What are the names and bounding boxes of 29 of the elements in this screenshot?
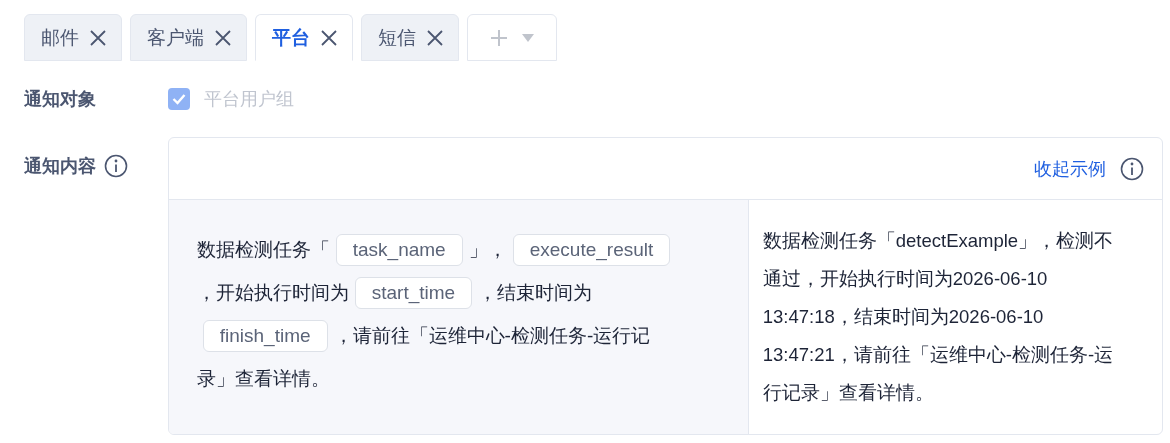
tab[interactable]: 短信 bbox=[361, 14, 459, 61]
close-icon[interactable] bbox=[320, 28, 338, 47]
template-editor[interactable]: 数据检测任务「 task_name 」， execute_result ，开始执行时间为 start_time ，结束时间为 finish_time ，请前往「运维中心-检测任务-运行记 录」查看详情。 bbox=[168, 200, 749, 434]
close-icon[interactable] bbox=[89, 28, 107, 47]
tab[interactable]: 客户端 bbox=[130, 14, 247, 61]
close-icon[interactable] bbox=[214, 28, 232, 47]
template-text: ，结束时间为 bbox=[478, 282, 593, 303]
variable-tag: finish_time bbox=[202, 320, 328, 352]
template-text: 」， bbox=[468, 239, 507, 260]
preview-text: 数据检测任务「detectExample」，检测不通过，开始执行时间为2026-06-10 13:47:18，结束时间为2026-06-10 13:47:21，请前往「运维中心-检测任务-运行记录」查看详情。 bbox=[762, 229, 1115, 405]
field-label: 通知对象 bbox=[24, 88, 96, 111]
variable-tag: task_name bbox=[335, 234, 463, 266]
template-text: ，开始执行时间为 bbox=[196, 282, 349, 303]
checkbox-label: 平台用户组 bbox=[204, 88, 294, 111]
check-icon bbox=[172, 93, 186, 105]
template-text: ，请前往「运维中心-检测任务-运行记 bbox=[333, 325, 651, 346]
plus-icon bbox=[490, 28, 508, 47]
caret-icon bbox=[522, 33, 534, 42]
variable-tag: execute_result bbox=[512, 234, 671, 266]
template-text: 录」查看详情。 bbox=[196, 368, 330, 389]
collapse-example-link[interactable]: 收起示例 bbox=[1034, 156, 1106, 181]
close-icon[interactable] bbox=[426, 28, 444, 47]
tab[interactable]: 平台 bbox=[255, 14, 353, 61]
variable-tag: start_time bbox=[354, 277, 473, 309]
template-text: 数据检测任务「 bbox=[196, 239, 330, 260]
field-label: 通知内容 bbox=[24, 155, 96, 178]
tab[interactable]: 邮件 bbox=[24, 14, 122, 61]
info-icon bbox=[104, 154, 128, 178]
info-icon bbox=[1120, 156, 1144, 181]
